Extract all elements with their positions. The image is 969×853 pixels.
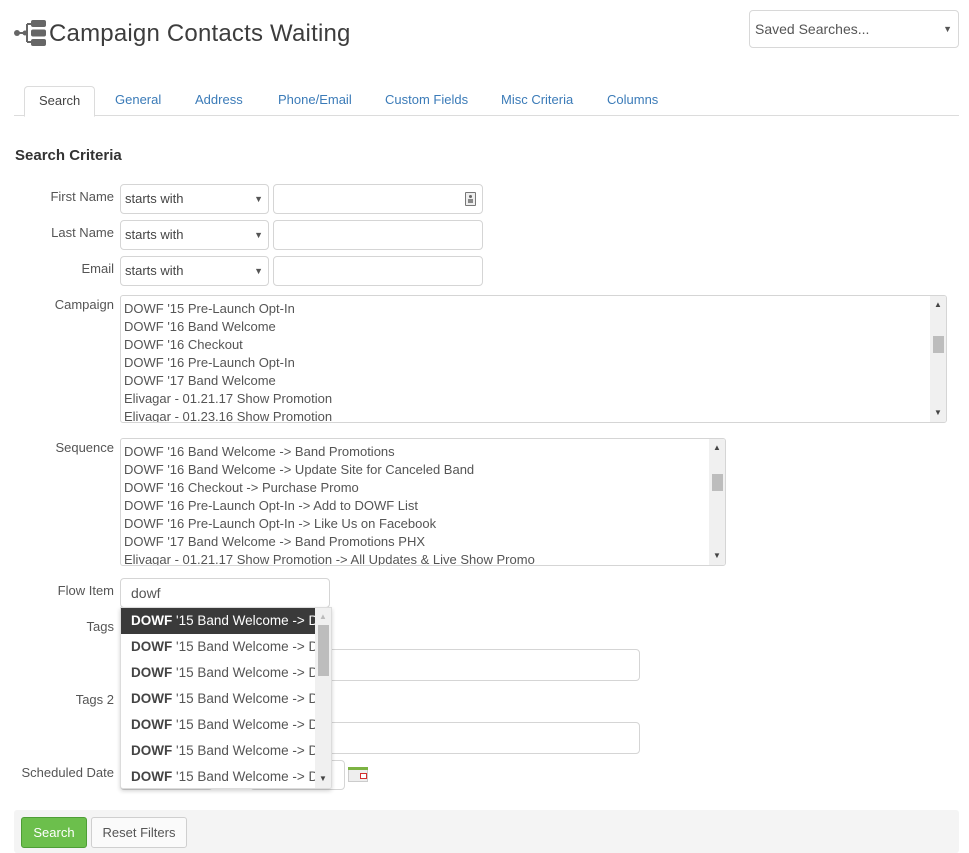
flow-tree-icon	[14, 20, 46, 46]
option-rest: '15 Band Welcome -> D	[172, 639, 315, 654]
scroll-up-icon[interactable]: ▲	[709, 442, 725, 454]
email-operator-value: starts with	[125, 263, 184, 278]
first-name-input[interactable]	[273, 184, 483, 214]
saved-searches-value: Saved Searches...	[755, 21, 870, 37]
caret-down-icon: ▼	[943, 24, 952, 34]
email-operator-select[interactable]: starts with ▼	[120, 256, 269, 286]
action-bar: Search Reset Filters	[14, 810, 959, 853]
tab-custom-fields[interactable]: Custom Fields	[371, 86, 482, 116]
campaign-scrollbar[interactable]: ▲ ▼	[930, 296, 946, 422]
flow-item-input[interactable]: dowf	[120, 578, 330, 608]
first-name-operator-value: starts with	[125, 191, 184, 206]
sequence-option[interactable]: DOWF '17 Band Welcome -> Band Promotions…	[124, 533, 705, 551]
first-name-operator-select[interactable]: starts with ▼	[120, 184, 269, 214]
option-match: DOWF	[131, 613, 173, 628]
sequence-option[interactable]: DOWF '16 Band Welcome -> Band Promotions	[124, 443, 705, 461]
sequence-option[interactable]: Elivagar - 01.21.17 Show Promotion -> Al…	[124, 551, 705, 565]
last-name-operator-value: starts with	[125, 227, 184, 242]
caret-down-icon: ▼	[254, 194, 263, 204]
saved-searches-select[interactable]: Saved Searches... ▼	[749, 10, 959, 48]
option-match: DOWF	[131, 691, 173, 706]
tags2-label: Tags 2	[75, 692, 114, 707]
autocomplete-option[interactable]: DOWF '15 Band Welcome -> D	[121, 738, 315, 764]
campaign-option[interactable]: DOWF '15 Pre-Launch Opt-In	[124, 300, 926, 318]
autocomplete-option[interactable]: DOWF '15 Band Welcome -> D	[121, 712, 315, 738]
calendar-icon[interactable]	[348, 767, 368, 782]
last-name-operator-select[interactable]: starts with ▼	[120, 220, 269, 250]
tab-bar: Search General Address Phone/Email Custo…	[14, 86, 959, 117]
email-input[interactable]	[273, 256, 483, 286]
tab-columns[interactable]: Columns	[593, 86, 672, 116]
sequence-option[interactable]: DOWF '16 Pre-Launch Opt-In -> Like Us on…	[124, 515, 705, 533]
sequence-option[interactable]: DOWF '16 Checkout -> Purchase Promo	[124, 479, 705, 497]
reset-filters-button[interactable]: Reset Filters	[91, 817, 187, 848]
section-title: Search Criteria	[15, 147, 122, 164]
option-rest: '15 Band Welcome -> D	[172, 743, 315, 758]
sequence-scrollbar[interactable]: ▲ ▼	[709, 439, 725, 565]
campaign-listbox[interactable]: DOWF '15 Pre-Launch Opt-In DOWF '16 Band…	[120, 295, 947, 423]
option-rest: '15 Band Welcome -> D	[172, 769, 315, 784]
campaign-option[interactable]: DOWF '16 Checkout	[124, 336, 926, 354]
sequence-option[interactable]: DOWF '16 Band Welcome -> Update Site for…	[124, 461, 705, 479]
option-match: DOWF	[131, 717, 173, 732]
contact-card-icon[interactable]	[465, 192, 476, 206]
campaign-label: Campaign	[54, 297, 114, 312]
search-button[interactable]: Search	[21, 817, 87, 848]
email-label: Email	[81, 261, 114, 276]
option-rest: '15 Band Welcome -> D	[172, 665, 315, 680]
caret-down-icon: ▼	[254, 230, 263, 240]
scroll-down-icon[interactable]: ▼	[930, 407, 946, 419]
option-match: DOWF	[131, 769, 173, 784]
option-match: DOWF	[131, 639, 173, 654]
tab-search[interactable]: Search	[24, 86, 96, 117]
scheduled-date-label: Scheduled Date	[21, 765, 114, 780]
option-match: DOWF	[131, 743, 173, 758]
scroll-thumb[interactable]	[318, 625, 329, 676]
tags-label: Tags	[86, 619, 114, 634]
sequence-option[interactable]: DOWF '16 Pre-Launch Opt-In -> Add to DOW…	[124, 497, 705, 515]
scroll-thumb[interactable]	[712, 474, 723, 491]
scroll-down-icon[interactable]: ▼	[709, 550, 725, 562]
campaign-option[interactable]: DOWF '16 Pre-Launch Opt-In	[124, 354, 926, 372]
page-title: Campaign Contacts Waiting	[49, 20, 351, 47]
sequence-label: Sequence	[55, 440, 114, 455]
option-rest: '15 Band Welcome -> D	[172, 691, 315, 706]
campaign-option[interactable]: DOWF '16 Band Welcome	[124, 318, 926, 336]
scroll-down-icon[interactable]: ▼	[315, 773, 331, 785]
autocomplete-option[interactable]: DOWF '15 Band Welcome -> D	[121, 660, 315, 686]
first-name-label: First Name	[50, 189, 114, 204]
scroll-up-icon[interactable]: ▲	[930, 299, 946, 311]
autocomplete-option[interactable]: DOWF '15 Band Welcome -> D	[121, 764, 315, 788]
caret-down-icon: ▼	[254, 266, 263, 276]
campaign-option[interactable]: Elivagar - 01.21.17 Show Promotion	[124, 390, 926, 408]
tab-address[interactable]: Address	[181, 86, 257, 116]
flow-item-label: Flow Item	[57, 583, 114, 598]
autocomplete-option[interactable]: DOWF '15 Band Welcome -> D	[121, 608, 315, 634]
scroll-thumb[interactable]	[933, 336, 944, 353]
tab-general[interactable]: General	[101, 86, 175, 116]
scroll-up-icon[interactable]: ▲	[315, 611, 331, 623]
tab-misc-criteria[interactable]: Misc Criteria	[487, 86, 587, 116]
sequence-listbox[interactable]: DOWF '16 Band Welcome -> Band Promotions…	[120, 438, 726, 566]
flow-item-autocomplete[interactable]: DOWF '15 Band Welcome -> D DOWF '15 Band…	[120, 607, 332, 789]
campaign-option[interactable]: DOWF '17 Band Welcome	[124, 372, 926, 390]
autocomplete-option[interactable]: DOWF '15 Band Welcome -> D	[121, 634, 315, 660]
autocomplete-option[interactable]: DOWF '15 Band Welcome -> D	[121, 686, 315, 712]
tab-phone-email[interactable]: Phone/Email	[264, 86, 366, 116]
last-name-input[interactable]	[273, 220, 483, 250]
autocomplete-scrollbar[interactable]: ▲ ▼	[315, 608, 331, 788]
campaign-option[interactable]: Elivagar - 01.23.16 Show Promotion	[124, 408, 926, 422]
flow-item-value: dowf	[131, 585, 161, 601]
option-rest: '15 Band Welcome -> D	[172, 613, 315, 628]
last-name-label: Last Name	[51, 225, 114, 240]
option-match: DOWF	[131, 665, 173, 680]
option-rest: '15 Band Welcome -> D	[172, 717, 315, 732]
